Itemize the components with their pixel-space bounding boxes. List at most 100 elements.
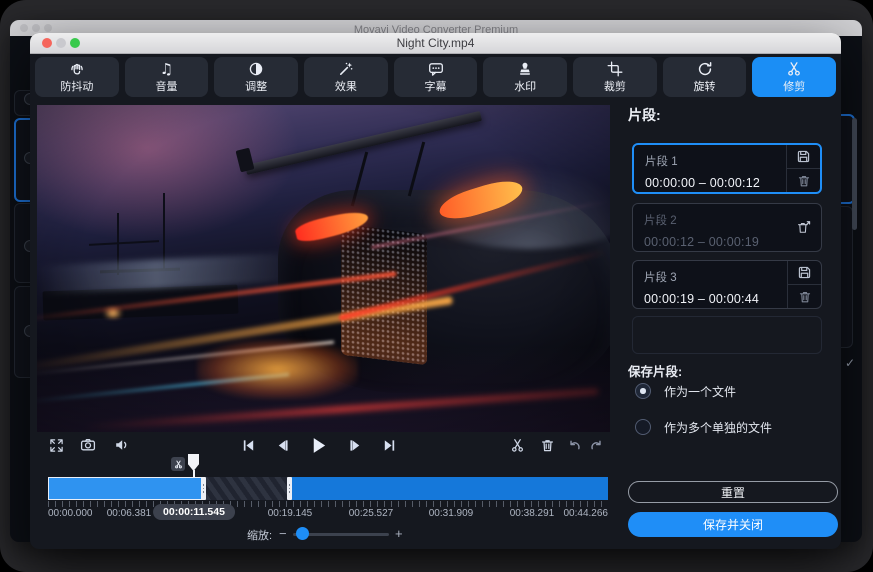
restore-clip-icon[interactable] — [788, 204, 821, 251]
save-clip-icon[interactable] — [787, 145, 820, 168]
tick-label: 00:31.909 — [428, 508, 474, 519]
tools-toolbar: 防抖动 ♫ 音量 调整 效果 字幕 水印 裁剪 旋转 修剪 — [35, 57, 837, 97]
tool-effects[interactable]: 效果 — [304, 57, 388, 97]
clip-name: 片段 1 — [645, 156, 678, 168]
next-frame-button[interactable] — [346, 436, 364, 454]
zoom-out-button[interactable]: − — [279, 526, 287, 541]
tool-label: 效果 — [334, 81, 357, 93]
trim-scissors-icon — [786, 60, 802, 77]
clip-card-empty — [632, 316, 822, 354]
tool-watermark[interactable]: 水印 — [483, 57, 568, 97]
watermark-stamp-icon — [517, 60, 533, 77]
screen: Movavi Video Converter Premium ✓ Night C… — [0, 0, 873, 572]
undo-button[interactable] — [565, 436, 583, 454]
clip-name: 片段 3 — [644, 272, 677, 284]
tool-label: 调整 — [245, 81, 268, 93]
dialog-titlebar[interactable]: Night City.mp4 — [30, 33, 841, 54]
cut-scissors-button[interactable] — [508, 436, 526, 454]
stabilization-hand-icon — [69, 60, 85, 77]
tool-rotate[interactable]: 旋转 — [662, 57, 747, 97]
tool-label: 防抖动 — [60, 81, 94, 93]
save-clip-icon[interactable] — [788, 261, 821, 284]
tick-label: 00:44.266 — [563, 508, 609, 519]
tick-label: 00:00.000 — [48, 508, 93, 519]
tick-label: 00:38.291 — [509, 508, 555, 519]
tool-adjust[interactable]: 调整 — [214, 57, 299, 97]
playhead-marker[interactable] — [188, 454, 199, 471]
bg-scrollbar-thumb — [852, 118, 857, 230]
timeline-ruler — [48, 501, 608, 507]
radio-label: 作为一个文件 — [664, 384, 737, 399]
timeline-track[interactable] — [48, 477, 608, 500]
playback-controls — [37, 432, 610, 460]
trim-handle-right[interactable] — [287, 477, 292, 500]
volume-note-icon: ♫ — [159, 59, 174, 78]
skip-to-start-button[interactable] — [239, 436, 257, 454]
current-time-badge: 00:00:11.545 — [153, 504, 235, 520]
previous-frame-button[interactable] — [273, 436, 291, 454]
fullscreen-button[interactable] — [47, 436, 65, 454]
skip-to-end-button[interactable] — [380, 436, 398, 454]
tool-label: 字幕 — [424, 81, 447, 93]
save-option-multiple[interactable]: 作为多个单独的文件 — [635, 419, 772, 435]
trim-dialog-window: Night City.mp4 防抖动 ♫ 音量 调整 效果 字幕 水印 裁剪 旋… — [30, 33, 841, 549]
zoom-in-button[interactable]: + — [395, 526, 403, 541]
desktop-backdrop: Movavi Video Converter Premium ✓ Night C… — [0, 0, 873, 572]
play-button[interactable] — [307, 434, 329, 456]
delete-clip-icon[interactable] — [788, 284, 821, 308]
effects-wand-icon — [338, 60, 354, 77]
tool-label: 旋转 — [693, 81, 716, 93]
reset-button[interactable]: 重置 — [628, 481, 838, 503]
tool-subtitles[interactable]: 字幕 — [393, 57, 478, 97]
clip-card-body: 片段 2 00:00:12 – 00:00:19 — [633, 204, 788, 251]
subtitles-bubble-icon — [428, 60, 444, 77]
radio-selected-icon[interactable] — [635, 383, 651, 399]
clip-card-body: 片段 3 00:00:19 – 00:00:44 — [633, 261, 787, 308]
crop-icon — [607, 60, 623, 77]
clip-name: 片段 2 — [644, 215, 677, 227]
vignette — [37, 105, 610, 432]
tool-label: 裁剪 — [603, 81, 626, 93]
save-clips-heading: 保存片段: — [628, 365, 683, 379]
save-option-single[interactable]: 作为一个文件 — [635, 383, 736, 399]
tool-stabilization[interactable]: 防抖动 — [35, 57, 119, 97]
adjust-contrast-icon — [248, 60, 264, 77]
dialog-title: Night City.mp4 — [396, 36, 475, 50]
tool-volume[interactable]: ♫ 音量 — [124, 57, 209, 97]
tool-trim[interactable]: 修剪 — [752, 57, 837, 97]
clip-card-actions — [788, 204, 821, 251]
zoom-label: 缩放: — [247, 530, 273, 542]
rotate-icon — [697, 60, 713, 77]
clip-range: 00:00:00 – 00:00:12 — [645, 176, 761, 190]
clips-heading: 片段: — [628, 107, 661, 123]
delete-trash-button[interactable] — [538, 436, 556, 454]
trim-handle-left[interactable] — [201, 477, 206, 500]
tool-label: 音量 — [155, 81, 178, 93]
clip-card-1[interactable]: 片段 1 00:00:00 – 00:00:12 — [632, 143, 822, 194]
bg-check-icon: ✓ — [845, 356, 856, 370]
clip-range: 00:00:19 – 00:00:44 — [644, 292, 760, 306]
save-and-close-button[interactable]: 保存并关闭 — [628, 512, 838, 537]
redo-button[interactable] — [587, 436, 605, 454]
segment-2-cut[interactable] — [205, 477, 290, 500]
tool-label: 水印 — [514, 81, 537, 93]
clip-card-actions — [786, 145, 820, 192]
clip-card-2-deleted[interactable]: 片段 2 00:00:12 – 00:00:19 — [632, 203, 822, 252]
segment-3[interactable] — [290, 477, 608, 500]
zoom-slider-thumb[interactable] — [296, 527, 309, 540]
radio-label: 作为多个单独的文件 — [664, 420, 773, 435]
clip-card-body: 片段 1 00:00:00 – 00:00:12 — [634, 145, 786, 192]
segment-1-selected[interactable] — [48, 477, 205, 500]
clip-card-3[interactable]: 片段 3 00:00:19 – 00:00:44 — [632, 260, 822, 309]
tool-crop[interactable]: 裁剪 — [573, 57, 657, 97]
video-preview[interactable] — [37, 105, 610, 432]
tick-label: 00:19.145 — [267, 508, 313, 519]
tick-label: 00:25.527 — [348, 508, 394, 519]
cut-marker-badge — [171, 457, 185, 471]
volume-speaker-button[interactable] — [113, 436, 131, 454]
tick-label: 00:06.381 — [106, 508, 152, 519]
snapshot-camera-button[interactable] — [79, 436, 97, 454]
radio-unselected-icon[interactable] — [635, 419, 651, 435]
delete-clip-icon[interactable] — [787, 168, 820, 192]
clip-card-actions — [787, 261, 821, 308]
